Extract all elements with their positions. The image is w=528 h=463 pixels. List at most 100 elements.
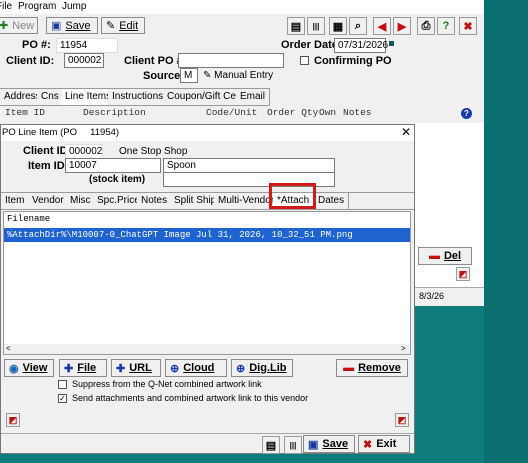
line-items-header: Item ID Description Code/Unit Order Qty … [0, 107, 484, 121]
manual-entry-label: ✎ Manual Entry [203, 70, 274, 81]
suppress-label: Suppress from the Q-Net combined artwork… [72, 379, 262, 389]
dialog-item-id-label: Item ID: [28, 160, 69, 172]
col-code-unit: Code/Unit [206, 107, 258, 118]
desktop-edge [484, 0, 528, 463]
source-field[interactable]: M [180, 68, 198, 83]
new-icon: ✚ [0, 20, 9, 32]
search-icon[interactable]: ⌕ [349, 17, 367, 35]
line-date: 8/3/26 [419, 291, 445, 301]
expand-icon[interactable]: ◩ [456, 267, 470, 281]
tab-notes[interactable]: Notes [137, 193, 173, 209]
new-button[interactable]: ✚ New [0, 17, 38, 34]
menu-file[interactable]: File [0, 1, 12, 12]
remove-button[interactable]: ▬ Remove [336, 359, 408, 377]
info-icon[interactable]: ? [461, 108, 472, 119]
exit-icon: ✖ [363, 438, 373, 451]
save-button[interactable]: ▣ Save [46, 17, 98, 34]
col-own: Own [319, 107, 337, 118]
tab-dates[interactable]: Dates [314, 193, 350, 209]
send-attachments-label: Send attachments and combined artwork li… [72, 393, 309, 403]
cloud-button[interactable]: ⊕ Cloud [165, 359, 227, 377]
attach-tab-highlight [269, 183, 316, 209]
stock-item-label: (stock item) [89, 174, 146, 185]
dialog-client-name: One Stop Shop [119, 146, 188, 157]
confirming-po-checkbox[interactable] [300, 56, 309, 65]
confirming-po-label: Confirming PO [314, 55, 392, 67]
footer-barcode-icon[interactable]: ||| [284, 436, 302, 454]
suppress-checkbox[interactable] [58, 380, 67, 389]
tab-cns[interactable]: Cns [37, 89, 64, 105]
main-tabs: Address Cns Line Items Instructions Coup… [0, 88, 271, 106]
dialog-title: PO Line Item (PO 11954) [2, 127, 120, 138]
floppy-icon: ▣ [308, 438, 319, 451]
client-po-label: Client PO #: [124, 55, 187, 67]
po-number-field[interactable]: 11954 [56, 38, 118, 53]
minus-icon: ▬ [428, 250, 440, 262]
footer-print-icon[interactable]: ▤ [262, 436, 280, 454]
edit-button[interactable]: ✎ Edit [101, 17, 145, 34]
dialog-item-id-field[interactable]: 10007 [65, 158, 161, 173]
view-button[interactable]: ◉ View [4, 359, 54, 377]
order-date-field[interactable]: 07/31/2026 [334, 38, 388, 53]
expand-left-icon[interactable]: ◩ [6, 413, 20, 427]
attachment-row[interactable]: %AttachDir%\M10007-0_ChatGPT Image Jul 3… [4, 228, 410, 242]
client-po-field[interactable] [178, 53, 284, 68]
client-id-label: Client ID: [6, 55, 55, 67]
floppy-icon: ▣ [51, 20, 62, 32]
dialog-titlebar: PO Line Item (PO 11954) ✕ [1, 125, 414, 141]
delete-button[interactable]: ▬ Del [418, 247, 472, 265]
line-items-list[interactable] [410, 123, 484, 305]
menu-program[interactable]: Program [18, 1, 56, 12]
diglib-button[interactable]: ⊕ Dig.Lib [231, 359, 293, 377]
print-icon[interactable]: ▤ [287, 17, 305, 35]
col-description: Description [83, 107, 146, 118]
tab-misc[interactable]: Misc [66, 193, 96, 209]
calendar-icon[interactable] [389, 41, 394, 46]
report-icon[interactable]: ▦ [329, 17, 347, 35]
close-icon[interactable]: ✖ [459, 17, 477, 35]
toolbar: ✚ New ▣ Save ✎ Edit ▤ ||| ▦ ⌕ ◀ ▶ ⎙ ? ✖ [0, 15, 484, 35]
dialog-save-button[interactable]: ▣ Save [303, 435, 355, 453]
plus-icon: ✚ [116, 362, 126, 375]
minus-icon: ▬ [343, 362, 355, 374]
pencil-icon: ✎ [106, 20, 116, 32]
menu-jump[interactable]: Jump [62, 1, 86, 12]
cloud-icon: ⊕ [170, 362, 180, 375]
tab-email[interactable]: Email [236, 89, 271, 105]
menu-bar: File Program Jump [0, 0, 484, 14]
prev-icon[interactable]: ◀ [373, 17, 391, 35]
library-icon: ⊕ [236, 362, 246, 375]
printer-icon[interactable]: ⎙ [417, 17, 435, 35]
dialog-client-id-field[interactable]: 000002 [65, 144, 103, 159]
filename-header: Filename [7, 214, 51, 224]
col-order-qty: Order Qty [267, 107, 319, 118]
col-item-id: Item ID [5, 107, 45, 118]
expand-right-icon[interactable]: ◩ [395, 413, 409, 427]
dialog-item-name-field[interactable]: Spoon [163, 158, 335, 173]
plus-icon: ✚ [64, 362, 74, 375]
po-line-item-dialog: PO Line Item (PO 11954) ✕ Client ID: 000… [0, 124, 415, 454]
client-id-field[interactable]: 000002 [64, 53, 104, 68]
po-label: PO #: [22, 39, 51, 51]
barcode-icon[interactable]: ||| [307, 17, 325, 35]
source-label: Source: [143, 70, 184, 82]
scroll-right-icon[interactable]: > [401, 344, 406, 353]
url-button[interactable]: ✚ URL [111, 359, 161, 377]
pencil-icon: ✎ [203, 70, 212, 81]
dialog-exit-button[interactable]: ✖ Exit [358, 435, 410, 453]
dialog-tabs: Item Vendor Misc Spc.Price Notes Split S… [1, 192, 414, 210]
date-strip: 8/3/26 [410, 287, 484, 306]
view-icon: ◉ [9, 362, 19, 375]
scroll-left-icon[interactable]: < [6, 344, 11, 353]
attachments-list[interactable]: Filename %AttachDir%\M10007-0_ChatGPT Im… [3, 211, 411, 355]
send-attachments-checkbox[interactable]: ✓ [58, 394, 67, 403]
tab-instructions[interactable]: Instructions [108, 89, 169, 105]
col-notes: Notes [343, 107, 372, 118]
file-button[interactable]: ✚ File [59, 359, 107, 377]
next-icon[interactable]: ▶ [393, 17, 411, 35]
help-icon[interactable]: ? [437, 17, 455, 35]
horizontal-scrollbar[interactable]: < > [4, 344, 410, 354]
tab-item[interactable]: Item [1, 193, 30, 209]
dialog-close-icon[interactable]: ✕ [401, 125, 411, 139]
tab-vendor[interactable]: Vendor [28, 193, 69, 209]
